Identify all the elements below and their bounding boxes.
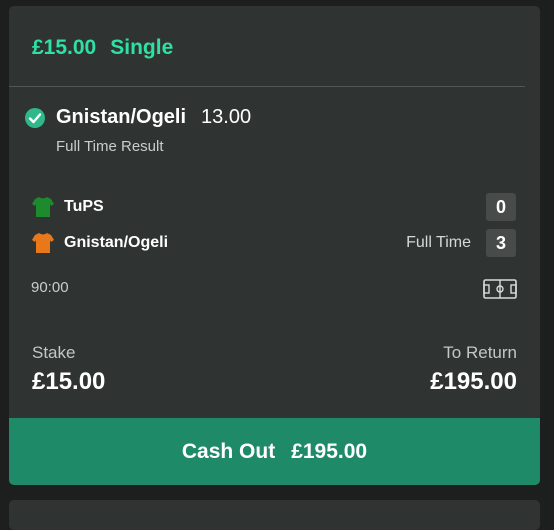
bet-amount: £15.00: [32, 36, 97, 59]
home-shirt-icon: [32, 197, 54, 217]
selection-odds: 13.00: [201, 106, 252, 128]
stake-value: £15.00: [32, 368, 106, 395]
away-team: Gnistan/Ogeli: [31, 231, 168, 255]
selection-name: Gnistan/Ogeli: [56, 106, 187, 128]
home-score: 0: [486, 193, 516, 221]
return-value: £195.00: [430, 368, 517, 395]
bet-header: £15.00 Single: [32, 36, 173, 60]
bet-card: £15.00 Single Gnistan/Ogeli 13.00 Full T…: [9, 6, 540, 485]
divider: [9, 86, 525, 87]
away-team-name: Gnistan/Ogeli: [64, 234, 169, 251]
away-shirt-icon: [32, 233, 54, 253]
home-team: TuPS: [31, 195, 104, 219]
home-team-name: TuPS: [64, 198, 104, 215]
settled-check-icon: [25, 107, 45, 128]
away-score: 3: [486, 229, 516, 257]
selection-row: Gnistan/Ogeli 13.00: [25, 106, 251, 129]
cash-out-button[interactable]: Cash Out £195.00: [9, 418, 540, 485]
bet-type: Single: [110, 36, 174, 59]
match-clock: 90:00: [31, 279, 69, 296]
stake-label: Stake: [32, 343, 76, 362]
match-period: Full Time: [406, 234, 471, 251]
next-bet-card: [9, 500, 540, 530]
pitch-icon[interactable]: [483, 279, 517, 299]
market-name: Full Time Result: [56, 138, 164, 155]
cash-out-label: Cash Out: [181, 439, 276, 463]
return-label: To Return: [443, 343, 517, 362]
cash-out-value: £195.00: [291, 439, 368, 463]
